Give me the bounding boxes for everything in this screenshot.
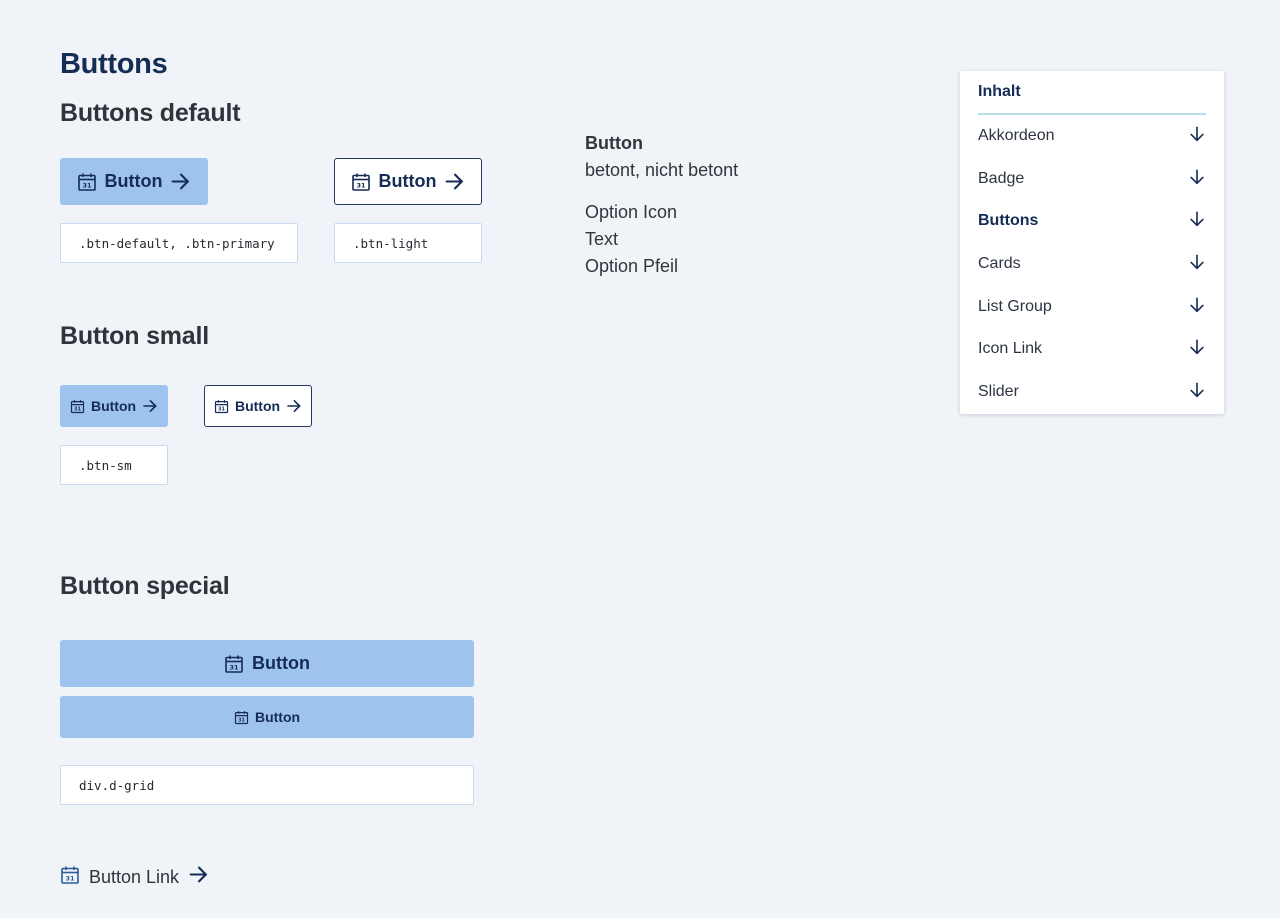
calendar-icon: 31 (224, 654, 244, 674)
button-label: Button (252, 653, 310, 673)
toc-item-akkordeon[interactable]: Akkordeon (978, 120, 1206, 152)
button-label: Button (378, 171, 437, 191)
info-text: Text (585, 229, 619, 249)
svg-text:31: 31 (356, 181, 366, 189)
svg-text:31: 31 (74, 406, 81, 412)
arrow-down-icon (1188, 381, 1206, 404)
section-title-small: Button small (60, 322, 209, 350)
arrow-right-icon (188, 864, 209, 890)
toc-item-icon-link[interactable]: Icon Link (978, 333, 1206, 365)
section-title-special: Button special (60, 572, 230, 600)
page-title: Buttons (60, 48, 168, 80)
svg-text:31: 31 (238, 717, 245, 723)
svg-text:31: 31 (82, 181, 92, 189)
svg-text:31: 31 (65, 874, 75, 882)
toc-item-label: List Group (978, 298, 1052, 315)
calendar-icon: 31 (234, 710, 249, 725)
primary-button[interactable]: 31 Button (60, 158, 208, 205)
light-small-button[interactable]: 31 Button (204, 385, 312, 427)
calendar-icon: 31 (60, 865, 80, 890)
info-variant: betont, nicht betont (585, 160, 739, 180)
page: Buttons Buttons default 31 Button 31 But… (0, 0, 1280, 918)
grid-button-large[interactable]: 31 Button (60, 640, 474, 687)
arrow-down-icon (1188, 210, 1206, 233)
code-small: .btn-sm (60, 445, 168, 485)
toc-item-label: Badge (978, 170, 1025, 187)
light-button[interactable]: 31 Button (334, 158, 482, 205)
info-title: Button (585, 133, 643, 153)
button-label: Button (234, 398, 281, 414)
button-link-label: Button Link (89, 866, 180, 887)
arrow-down-icon (1188, 168, 1206, 191)
arrow-right-icon (286, 398, 302, 414)
toc-item-list-group[interactable]: List Group (978, 291, 1206, 323)
toc-item-label: Buttons (978, 212, 1039, 229)
button-label: Button (90, 398, 137, 414)
arrow-down-icon (1188, 296, 1206, 319)
arrow-right-icon (444, 171, 465, 192)
toc-item-label: Akkordeon (978, 127, 1055, 144)
primary-small-button[interactable]: 31 Button (60, 385, 168, 427)
calendar-icon: 31 (351, 172, 371, 192)
calendar-icon: 31 (214, 399, 229, 414)
toc-title: Inhalt (978, 83, 1021, 100)
toc-item-label: Icon Link (978, 340, 1043, 357)
toc-item-slider[interactable]: Slider (978, 376, 1206, 408)
section-title-default: Buttons default (60, 99, 241, 127)
calendar-icon: 31 (70, 399, 85, 414)
button-label: Button (104, 171, 163, 191)
toc-item-badge[interactable]: Badge (978, 163, 1206, 195)
toc-item-label: Slider (978, 383, 1019, 400)
calendar-icon: 31 (77, 172, 97, 192)
toc-item-cards[interactable]: Cards (978, 248, 1206, 280)
button-link[interactable]: 31 Button Link (60, 864, 209, 890)
arrow-right-icon (170, 171, 191, 192)
arrow-down-icon (1188, 125, 1206, 148)
arrow-right-icon (142, 398, 158, 414)
table-of-contents: Inhalt Akkordeon Badge Buttons Cards Lis… (960, 71, 1224, 414)
arrow-down-icon (1188, 338, 1206, 361)
arrow-down-icon (1188, 253, 1206, 276)
toc-item-buttons[interactable]: Buttons (978, 205, 1206, 237)
svg-text:31: 31 (229, 663, 239, 671)
button-label: Button (254, 709, 301, 725)
code-default-primary: .btn-default, .btn-primary (60, 223, 298, 263)
info-option-icon: Option Icon (585, 202, 678, 222)
svg-text:31: 31 (218, 406, 225, 412)
info-option-arrow: Option Pfeil (585, 256, 679, 276)
code-grid: div.d-grid (60, 765, 474, 805)
code-light: .btn-light (334, 223, 482, 263)
toc-item-label: Cards (978, 255, 1021, 272)
toc-divider (978, 113, 1206, 115)
grid-button-small[interactable]: 31 Button (60, 696, 474, 738)
